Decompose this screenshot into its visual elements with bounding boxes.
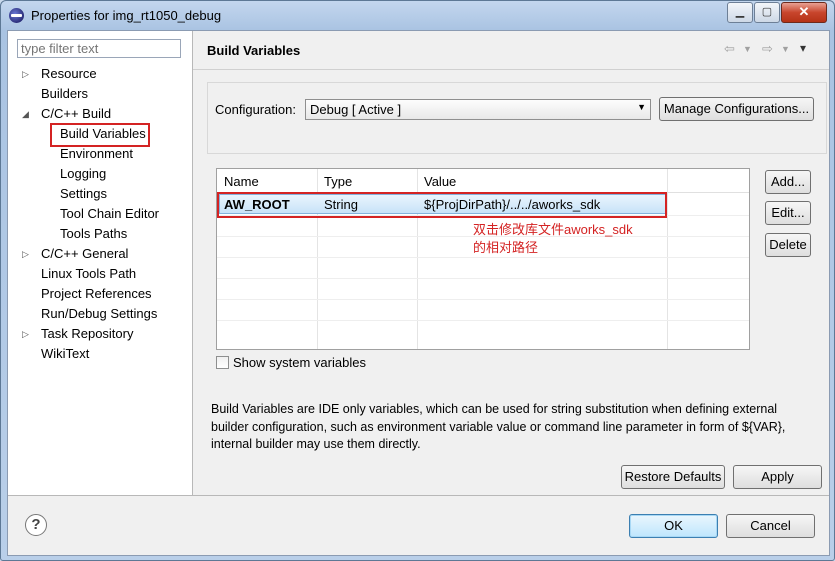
ok-button[interactable]: OK	[629, 514, 718, 538]
tree-item-c-c-build[interactable]: C/C++ Build	[41, 105, 111, 123]
tree-item-project-references[interactable]: Project References	[41, 285, 152, 303]
expand-arrow-icon[interactable]: ▷	[22, 69, 29, 80]
table-header: Name Type Value	[217, 169, 749, 193]
apply-button[interactable]: Apply	[733, 465, 822, 489]
highlight-box-build-variables	[50, 123, 150, 147]
properties-window: Properties for img_rt1050_debug ▁ ▢ ✕ ▷ R…	[0, 0, 835, 561]
collapse-arrow-icon[interactable]: ◢	[22, 109, 29, 120]
configuration-select[interactable]: Debug [ Active ] ▼	[305, 99, 651, 120]
tree-item-resource[interactable]: Resource	[41, 65, 97, 83]
minimize-button[interactable]: ▁	[727, 2, 753, 23]
edit-button[interactable]: Edit...	[765, 201, 811, 225]
maximize-button[interactable]: ▢	[754, 2, 780, 23]
navigation-pane: ▷ResourceBuilders◢C/C++ BuildBuild Varia…	[8, 31, 193, 495]
tree-item-tools-paths[interactable]: Tools Paths	[60, 225, 127, 243]
configuration-label: Configuration:	[215, 102, 296, 117]
tree-item-run-debug-settings[interactable]: Run/Debug Settings	[41, 305, 157, 323]
add-button[interactable]: Add...	[765, 170, 811, 194]
tree-item-linux-tools-path[interactable]: Linux Tools Path	[41, 265, 136, 283]
forward-dropdown-icon[interactable]: ▼	[781, 44, 790, 54]
annotation-text: 双击修改库文件aworks_sdk 的相对路径	[473, 221, 633, 257]
expand-arrow-icon[interactable]: ▷	[22, 249, 29, 260]
back-dropdown-icon[interactable]: ▼	[743, 44, 752, 54]
chevron-down-icon: ▼	[637, 102, 646, 112]
tree-item-tool-chain-editor[interactable]: Tool Chain Editor	[60, 205, 159, 223]
column-header-value[interactable]: Value	[424, 174, 456, 189]
show-system-variables-checkbox[interactable]	[216, 356, 229, 369]
back-icon[interactable]: ⇦	[724, 41, 735, 57]
filter-input[interactable]	[17, 39, 181, 58]
tree-item-c-c-general[interactable]: C/C++ General	[41, 245, 128, 263]
tree-item-settings[interactable]: Settings	[60, 185, 107, 203]
annotation-line-1: 双击修改库文件aworks_sdk	[473, 222, 633, 237]
configuration-value: Debug [ Active ]	[310, 102, 402, 117]
column-header-type[interactable]: Type	[324, 174, 352, 189]
restore-defaults-button[interactable]: Restore Defaults	[621, 465, 725, 489]
tree-item-logging[interactable]: Logging	[60, 165, 106, 183]
highlight-box-row	[217, 192, 667, 218]
dialog-client: ▷ Resource Builders ◢ C/C++ Build Build Varia…	[7, 30, 830, 556]
tree-item-task-repository[interactable]: Task Repository	[41, 325, 133, 343]
delete-button[interactable]: Delete	[765, 233, 811, 257]
cancel-button[interactable]: Cancel	[726, 514, 815, 538]
annotation-line-2: 的相对路径	[473, 240, 539, 255]
title-bar[interactable]: Properties for img_rt1050_debug ▁ ▢ ✕	[1, 1, 834, 30]
help-icon[interactable]: ?	[25, 514, 47, 536]
tree-item-environment[interactable]: Environment	[60, 145, 133, 163]
expand-arrow-icon[interactable]: ▷	[22, 329, 29, 340]
show-system-variables-label[interactable]: Show system variables	[233, 355, 366, 370]
footer-separator	[8, 495, 829, 496]
description-text: Build Variables are IDE only variables, …	[211, 402, 786, 451]
close-button[interactable]: ✕	[781, 2, 827, 23]
tree-item-wikitext[interactable]: WikiText	[41, 345, 89, 363]
content-pane: Build Variables ⇦ ▼ ⇨ ▼ ▾ Configuration:…	[193, 31, 829, 495]
title-separator	[193, 69, 829, 70]
forward-icon[interactable]: ⇨	[762, 41, 773, 57]
manage-configurations-button[interactable]: Manage Configurations...	[659, 97, 814, 121]
eclipse-icon	[9, 8, 24, 23]
view-menu-icon[interactable]: ▾	[800, 41, 806, 55]
tree-item-builders[interactable]: Builders	[41, 85, 88, 103]
column-header-name[interactable]: Name	[224, 174, 259, 189]
window-title: Properties for img_rt1050_debug	[31, 8, 222, 23]
page-title: Build Variables	[207, 43, 301, 58]
